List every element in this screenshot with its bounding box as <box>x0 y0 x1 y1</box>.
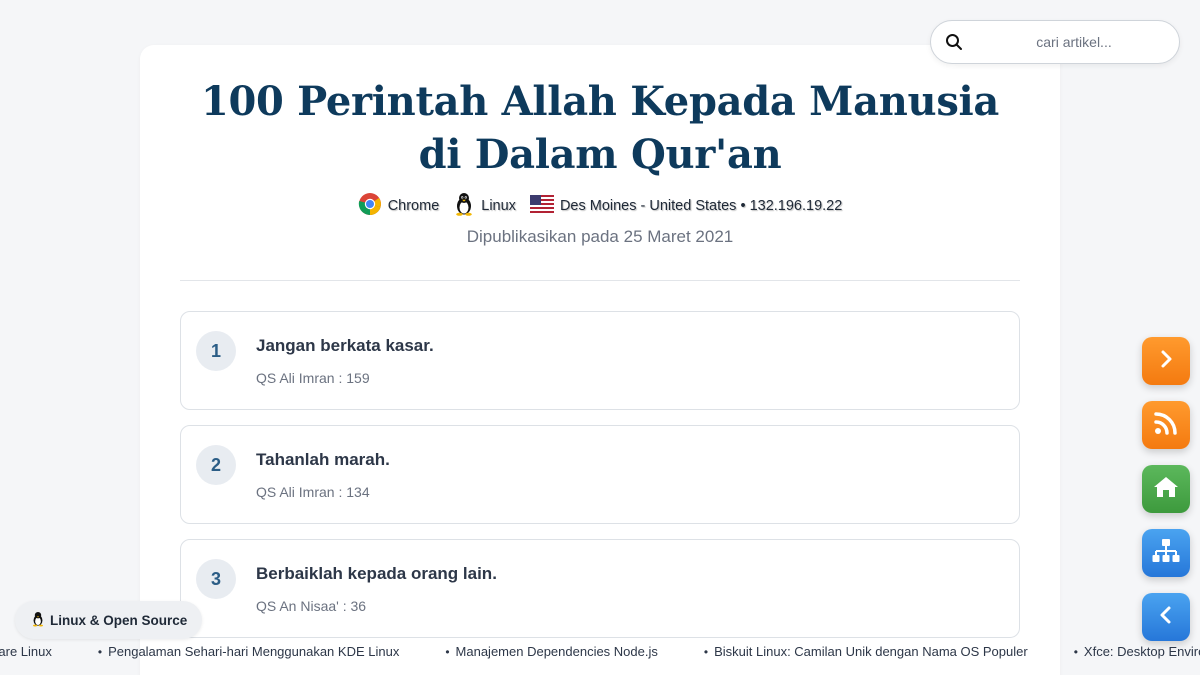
bullet-icon: • <box>445 644 450 659</box>
article-card: 100 Perintah Allah Kepada Manusia di Dal… <box>140 45 1060 675</box>
search-box[interactable] <box>930 20 1180 64</box>
command-list: 1 Jangan berkata kasar. QS Ali Imran : 1… <box>180 311 1020 653</box>
bullet-icon: • <box>703 644 709 659</box>
item-number: 3 <box>196 559 236 599</box>
item-reference: QS Ali Imran : 159 <box>256 370 370 386</box>
rss-icon <box>1153 410 1179 441</box>
meta-browser-label: Chrome <box>387 198 440 214</box>
ticker-item-label: Biskuit Linux: Camilan Unik dengan Nama … <box>714 644 1028 659</box>
ticker-item[interactable]: • Xfce: Desktop Enviro <box>1074 644 1200 659</box>
search-input[interactable] <box>963 34 1165 50</box>
meta-location-label: Des Moines - United States • 132.196.19.… <box>559 198 843 214</box>
chevron-right-icon <box>1155 348 1177 375</box>
ticker-item-label: Xfce: Desktop Enviro <box>1083 644 1200 659</box>
next-button[interactable] <box>1142 337 1190 385</box>
list-item: 2 Tahanlah marah. QS Ali Imran : 134 <box>180 425 1020 524</box>
ticker-item[interactable]: • Biskuit Linux: Camilan Unik dengan Nam… <box>704 644 1028 659</box>
sitemap-icon <box>1152 538 1180 569</box>
ticker-item[interactable]: • Manajemen Dependencies Node.js <box>445 644 658 659</box>
publish-date: Dipublikasikan pada 25 Maret 2021 <box>466 227 734 246</box>
search-icon[interactable] <box>945 33 963 51</box>
item-text: Tahanlah marah. <box>256 450 390 469</box>
tux-icon <box>31 611 45 630</box>
ticker-item[interactable]: • Pengalaman Sehari-hari Menggunakan KDE… <box>98 644 399 659</box>
back-button[interactable] <box>1142 593 1190 641</box>
item-text: Jangan berkata kasar. <box>256 336 434 355</box>
ticker-track: ckware Linux • Pengalaman Sehari-hari Me… <box>0 644 1200 659</box>
bullet-icon: • <box>97 644 103 659</box>
item-number: 1 <box>196 331 236 371</box>
list-item: 1 Jangan berkata kasar. QS Ali Imran : 1… <box>180 311 1020 410</box>
ticker-item-label: ckware Linux <box>0 644 52 659</box>
home-icon <box>1153 475 1179 504</box>
home-button[interactable] <box>1142 465 1190 513</box>
ticker-item-label: Pengalaman Sehari-hari Menggunakan KDE L… <box>108 644 400 659</box>
item-reference: QS Ali Imran : 134 <box>256 484 370 500</box>
article-title: 100 Perintah Allah Kepada Manusia di Dal… <box>200 78 1000 178</box>
ticker-item[interactable]: ckware Linux <box>0 644 52 659</box>
meta-os-label: Linux <box>481 198 516 214</box>
item-reference: QS An Nisaa' : 36 <box>256 598 367 614</box>
chrome-icon <box>358 192 382 220</box>
list-item: 3 Berbaiklah kepada orang lain. QS An Ni… <box>180 539 1020 638</box>
divider <box>180 280 1020 281</box>
sitemap-button[interactable] <box>1142 529 1190 577</box>
category-badge[interactable]: Linux & Open Source <box>15 601 203 639</box>
meta-location: Des Moines - United States • 132.196.19.… <box>529 195 843 217</box>
tux-icon <box>453 192 475 220</box>
visitor-meta: Chrome Linux Des Moines - United States … <box>140 193 1060 219</box>
item-text: Berbaiklah kepada orang lain. <box>256 564 497 583</box>
ticker-item-label: Manajemen Dependencies Node.js <box>455 644 658 659</box>
meta-browser: Chrome <box>358 192 440 220</box>
us-flag-icon <box>529 195 554 217</box>
category-label: Linux & Open Source <box>50 612 188 628</box>
meta-os: Linux <box>453 192 516 220</box>
news-ticker: ckware Linux • Pengalaman Sehari-hari Me… <box>0 642 1200 666</box>
rss-button[interactable] <box>1142 401 1190 449</box>
chevron-left-icon <box>1155 604 1177 631</box>
item-number: 2 <box>196 445 236 485</box>
bullet-icon: • <box>1073 644 1078 659</box>
